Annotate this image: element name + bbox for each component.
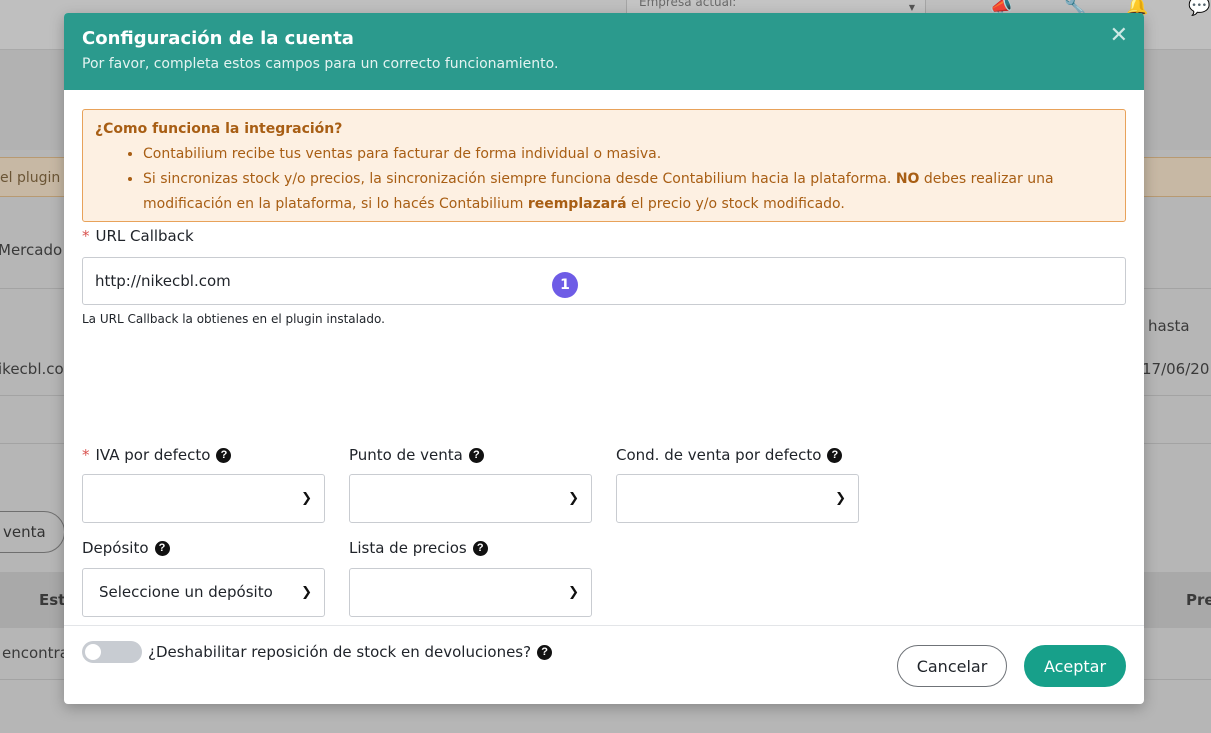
chevron-down-icon: ❯ (568, 585, 579, 600)
cond-venta-label: Cond. de venta por defecto ? (616, 446, 843, 464)
company-selector-text: Empresa actual: (639, 0, 737, 9)
required-mark: * (82, 446, 90, 464)
deposito-label-text: Depósito (82, 539, 149, 557)
info-item: Si sincronizas stock y/o precios, la sin… (143, 167, 1113, 217)
store-date: 17/06/20 (1142, 360, 1210, 378)
info-item-bold: NO (895, 171, 920, 187)
question-circle-icon[interactable]: ? (827, 447, 843, 463)
question-circle-icon[interactable]: ? (216, 447, 232, 463)
deposito-label: Depósito ? (82, 539, 170, 557)
info-item: Contabilium recibe tus ventas para factu… (143, 142, 1113, 167)
info-list: Contabilium recibe tus ventas para factu… (95, 142, 1113, 217)
url-callback-input[interactable] (82, 257, 1126, 305)
question-circle-icon[interactable]: ? (468, 447, 484, 463)
bell-icon[interactable]: 🔔 (1126, 0, 1148, 16)
modal-title: Configuración de la cuenta (82, 28, 354, 49)
required-mark: * (82, 227, 90, 245)
table-col-estado: Est (39, 591, 66, 609)
lista-precios-label-text: Lista de precios (349, 539, 467, 557)
account-config-modal: Configuración de la cuenta Por favor, co… (64, 13, 1144, 704)
table-col-precio: Pre (1186, 591, 1211, 609)
url-callback-label: * URL Callback (82, 227, 194, 245)
question-circle-icon[interactable]: ? (472, 540, 488, 556)
question-circle-icon[interactable]: ? (154, 540, 170, 556)
megaphone-icon[interactable]: 📣 (990, 0, 1012, 16)
info-item-text: Si sincronizas stock y/o precios, la sin… (143, 171, 892, 187)
column-hasta: hasta (1148, 317, 1190, 335)
cond-venta-select[interactable]: ❯ (616, 474, 859, 523)
url-callback-hint: La URL Callback la obtienes en el plugin… (82, 312, 385, 326)
lista-precios-select[interactable]: ❯ (349, 568, 592, 617)
info-item-text: Contabilium recibe tus ventas para factu… (143, 146, 662, 162)
url-callback-label-text: URL Callback (95, 227, 194, 245)
iva-select[interactable]: ❯ (82, 474, 325, 523)
modal-footer: Cancelar Aceptar (64, 625, 1144, 704)
wrench-icon[interactable]: 🔧 (1064, 0, 1086, 16)
deposito-select[interactable]: Seleccione un depósito ❯ (82, 568, 325, 617)
chevron-down-icon: ❯ (568, 491, 579, 506)
integration-info-box: ¿Como funciona la integración? Contabili… (82, 109, 1126, 222)
punto-venta-label-text: Punto de venta (349, 446, 463, 464)
chevron-down-icon: ▼ (908, 3, 915, 12)
store-url: ikecbl.co (0, 360, 64, 378)
info-title: ¿Como funciona la integración? (95, 121, 343, 137)
lista-precios-label: Lista de precios ? (349, 539, 488, 557)
info-item-bold: reemplazará (527, 196, 627, 212)
chevron-down-icon: ❯ (301, 585, 312, 600)
venta-button[interactable]: venta (0, 511, 65, 553)
iva-label-text: IVA por defecto (95, 446, 211, 464)
modal-header: Configuración de la cuenta Por favor, co… (64, 13, 1144, 90)
step-badge: 1 (552, 272, 578, 298)
info-item-text: el precio y/o stock modificado. (630, 196, 845, 212)
modal-body: ¿Como funciona la integración? Contabili… (64, 90, 1144, 663)
iva-label: * IVA por defecto ? (82, 446, 232, 464)
accept-button[interactable]: Aceptar (1024, 645, 1126, 687)
punto-venta-select[interactable]: ❯ (349, 474, 592, 523)
empty-table-message: encontra (2, 644, 69, 662)
marketplace-name: Mercado (0, 241, 63, 259)
chevron-down-icon: ❯ (835, 491, 846, 506)
modal-subtitle: Por favor, completa estos campos para un… (82, 56, 559, 72)
deposito-select-value: Seleccione un depósito (99, 583, 273, 601)
warning-strip-text: el plugin (0, 170, 61, 186)
close-icon[interactable]: ✕ (1110, 23, 1128, 49)
cond-venta-label-text: Cond. de venta por defecto (616, 446, 822, 464)
punto-venta-label: Punto de venta ? (349, 446, 484, 464)
chevron-down-icon: ❯ (301, 491, 312, 506)
chat-dollar-icon[interactable]: 💬 (1188, 0, 1210, 16)
cancel-button[interactable]: Cancelar (897, 645, 1007, 687)
url-callback-field: 1 (82, 257, 1126, 305)
